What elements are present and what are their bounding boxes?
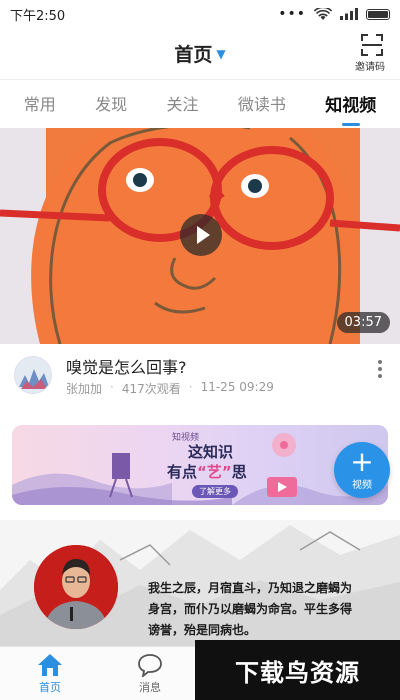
tab-follow[interactable]: 关注 xyxy=(162,91,202,115)
status-bar: 下午2:50 ••• xyxy=(0,0,400,28)
invite-code-button[interactable]: 邀请码 xyxy=(355,34,388,73)
banner-line2-highlight: “艺” xyxy=(197,463,232,481)
signal-icon xyxy=(340,8,358,20)
nav-home-label: 首页 xyxy=(39,681,61,694)
video-info: 张加加 · 417次观看 · 11-25 09:29 xyxy=(66,380,274,397)
more-options-icon[interactable] xyxy=(376,360,384,378)
article-line: 身宫，而仆乃以磨蝎为命宫。平生多得 xyxy=(148,602,353,616)
banner-learn-more[interactable]: 了解更多 xyxy=(192,485,238,498)
video-duration: 03:57 xyxy=(336,312,390,333)
separator-dot: · xyxy=(110,380,114,394)
page-title: 首页 xyxy=(174,44,213,66)
article-line: 谤誉，殆是同病也。 xyxy=(148,623,257,637)
top-header: 首页 ▼ 邀请码 xyxy=(0,28,400,80)
battery-icon xyxy=(366,8,390,20)
tab-weidushu[interactable]: 微读书 xyxy=(234,91,290,115)
play-icon xyxy=(196,226,210,244)
banner-line2-a: 有点 xyxy=(167,463,198,481)
category-tabs: 常用 发现 关注 微读书 知视频 xyxy=(0,80,400,126)
watermark-overlay: 下载鸟资源 xyxy=(195,640,400,700)
status-icons: ••• xyxy=(278,7,390,21)
banner-headline-2: 有点“艺”思 xyxy=(167,461,247,482)
video-meta: 嗅觉是怎么回事? 张加加 · 417次观看 · 11-25 09:29 xyxy=(0,348,400,408)
view-count: 417次观看 xyxy=(121,382,181,396)
nav-home[interactable]: 首页 xyxy=(20,653,80,695)
separator-dot: · xyxy=(188,380,193,394)
video-title[interactable]: 嗅觉是怎么回事? xyxy=(66,354,187,378)
promo-banner[interactable]: 知视频 这知识 有点“艺”思 了解更多 xyxy=(12,425,388,505)
invite-code-label: 邀请码 xyxy=(355,62,385,73)
presenter-image xyxy=(34,545,118,629)
add-video-button[interactable]: + 视频 xyxy=(334,442,390,498)
home-title-dropdown[interactable]: 首页 ▼ xyxy=(0,40,400,67)
banner-line2-c: 思 xyxy=(231,463,247,481)
avatar-image xyxy=(15,357,51,393)
message-icon xyxy=(138,654,162,677)
fab-label: 视频 xyxy=(352,480,372,491)
article-text: 我生之辰，月宿直斗，乃知退之磨蝎为 身宫，而仆乃以磨蝎为命宫。平生多得 谤誉，殆… xyxy=(148,578,388,641)
plus-icon: + xyxy=(350,445,374,478)
article-line: 我生之辰，月宿直斗，乃知退之磨蝎为 xyxy=(148,581,353,595)
author-name[interactable]: 张加加 xyxy=(66,380,102,397)
presenter-avatar[interactable] xyxy=(34,545,118,629)
tab-common[interactable]: 常用 xyxy=(20,91,60,115)
nav-messages-label: 消息 xyxy=(139,681,161,694)
nav-messages[interactable]: 消息 xyxy=(120,653,180,695)
banner-headline-1: 这知识 xyxy=(188,443,234,461)
chevron-down-icon: ▼ xyxy=(216,46,226,61)
home-icon xyxy=(38,654,62,676)
play-button[interactable] xyxy=(180,214,222,256)
tab-zhishipin[interactable]: 知视频 xyxy=(321,91,380,126)
notification-dots: ••• xyxy=(278,6,306,22)
wifi-icon xyxy=(314,7,332,20)
status-time: 下午2:50 xyxy=(10,8,66,24)
tab-discover[interactable]: 发现 xyxy=(91,91,131,115)
scan-icon xyxy=(361,34,383,56)
author-avatar[interactable] xyxy=(14,356,52,394)
post-date: 11-25 09:29 xyxy=(200,380,274,394)
